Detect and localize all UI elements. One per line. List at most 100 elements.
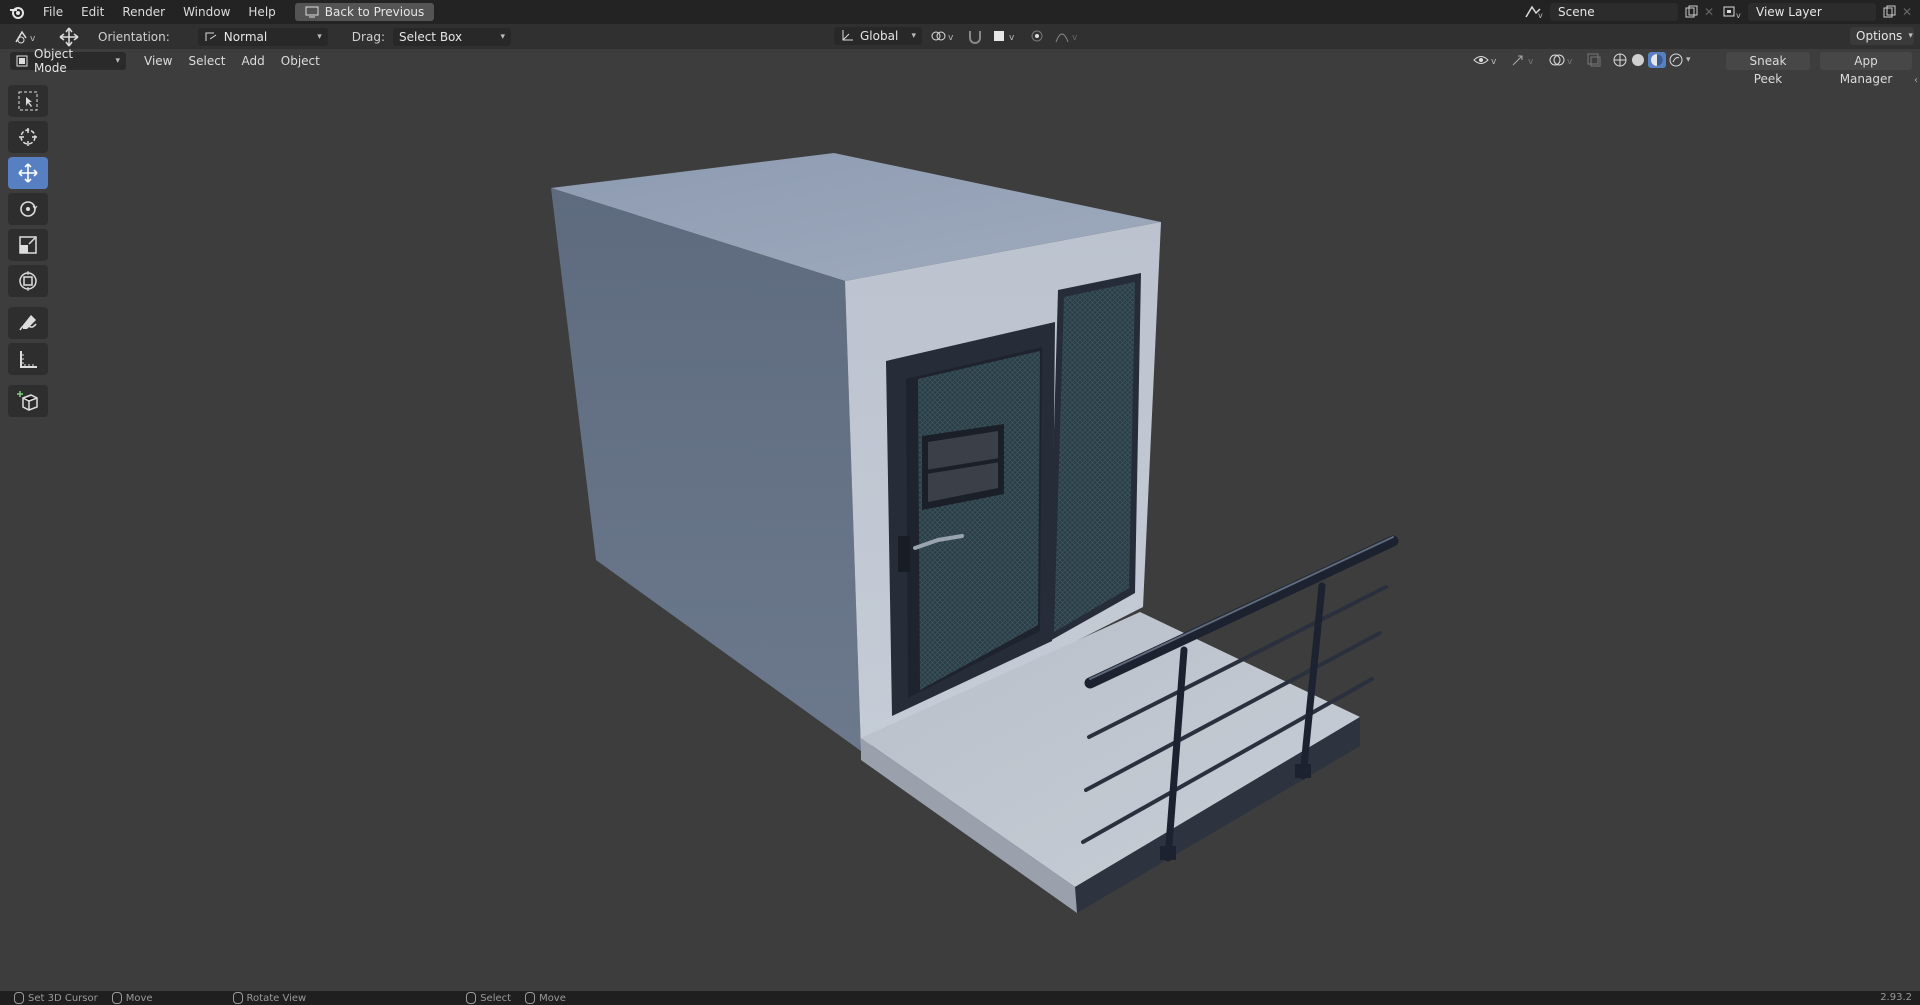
options-dropdown[interactable]: Options ▾ [1850, 27, 1914, 45]
mouse-middle-icon [232, 992, 243, 1004]
drag-dropdown[interactable]: Select Box ▾ [392, 27, 511, 46]
status-bar: Set 3D Cursor Move Rotate View Select Mo… [0, 991, 1920, 1005]
viewport-header: Object Mode ▾ View Select Add Object v v… [0, 47, 1920, 86]
snap-toggle-icon[interactable] [966, 28, 984, 44]
move-tool-header-icon[interactable] [56, 26, 82, 48]
proportional-edit-icon[interactable] [1028, 28, 1046, 44]
view-layer-name: View Layer [1756, 5, 1822, 19]
version-label: 2.93.2 [1880, 992, 1912, 1003]
app-manager-button[interactable]: App Manager [1820, 52, 1912, 86]
back-to-previous-label: Back to Previous [324, 5, 425, 19]
status-label: Set 3D Cursor [28, 992, 98, 1004]
view-menu[interactable]: View [136, 52, 180, 70]
normal-orientation-icon [204, 31, 218, 43]
object-menu[interactable]: Object [273, 52, 328, 70]
chevron-down-icon: ▾ [317, 31, 322, 42]
annotate-tool[interactable] [8, 307, 48, 339]
mode-dropdown[interactable]: Object Mode ▾ [10, 47, 126, 75]
delete-scene-icon[interactable]: ✕ [1704, 5, 1714, 19]
view-layer-icon[interactable]: v [1722, 5, 1742, 19]
status-move-2: Move [525, 992, 566, 1004]
status-label: Move [539, 992, 566, 1004]
view-layer-field[interactable]: View Layer [1748, 3, 1876, 21]
shading-options-chevron-icon[interactable]: ▾ [1686, 55, 1691, 65]
menu-help[interactable]: Help [239, 0, 284, 24]
svg-text:v: v [30, 34, 36, 44]
tool-header: v Orientation: Normal ▾ Drag: Select Box… [0, 24, 1920, 49]
rendered-shading-icon[interactable] [1668, 52, 1684, 68]
menu-file[interactable]: File [34, 0, 72, 24]
side-door-mesh [1054, 282, 1135, 632]
sneak-peek-button[interactable]: Sneak Peek [1726, 52, 1810, 86]
status-label: Select [480, 992, 512, 1004]
scene-field[interactable]: Scene [1550, 3, 1678, 21]
overlays-icon[interactable]: v [1548, 52, 1576, 68]
gizmo-icon[interactable]: v [1510, 52, 1538, 68]
wireframe-shading-icon[interactable] [1612, 52, 1628, 68]
status-move: Move [111, 992, 153, 1004]
scene-icon[interactable]: v [1524, 5, 1544, 19]
add-cube-tool[interactable] [8, 385, 48, 417]
railing-foot-1 [1160, 846, 1176, 860]
transform-orientation-dropdown[interactable]: Global ▾ [834, 27, 922, 45]
top-bar: File Edit Render Window Help Back to Pre… [0, 0, 1920, 24]
cursor-tool[interactable] [8, 121, 48, 153]
new-scene-icon[interactable] [1684, 5, 1698, 19]
drag-label: Drag: [351, 29, 385, 44]
xray-icon[interactable] [1586, 52, 1602, 68]
visibility-icon[interactable]: v [1472, 52, 1500, 68]
new-view-layer-icon[interactable] [1882, 5, 1896, 19]
building-left-face [551, 188, 861, 751]
orientation-dropdown[interactable]: Normal ▾ [197, 27, 328, 46]
back-to-previous-button[interactable]: Back to Previous [294, 3, 435, 21]
chevron-down-icon: ▾ [911, 31, 916, 41]
solid-shading-icon[interactable] [1630, 52, 1646, 68]
svg-text:v: v [1072, 33, 1078, 43]
move-tool[interactable] [8, 157, 48, 189]
options-label: Options [1856, 29, 1903, 43]
railing-foot-2 [1295, 764, 1311, 778]
3d-viewport[interactable] [0, 73, 1920, 991]
status-select: Select [466, 992, 511, 1004]
add-menu[interactable]: Add [234, 52, 273, 70]
mouse-drag-icon [111, 992, 122, 1004]
editor-type-icon[interactable]: v [10, 29, 42, 45]
chevron-down-icon: ▾ [115, 56, 120, 66]
chevron-down-icon: ▾ [500, 31, 505, 42]
mouse-right-icon [466, 992, 477, 1004]
select-box-tool[interactable] [8, 85, 48, 117]
status-rotate-view: Rotate View [232, 992, 307, 1004]
menu-window[interactable]: Window [174, 0, 239, 24]
drag-value: Select Box [398, 29, 463, 44]
status-label: Move [125, 992, 153, 1004]
orientation-value: Normal [223, 29, 268, 44]
transform-tool[interactable] [8, 265, 48, 297]
status-label: Rotate View [246, 992, 307, 1004]
transform-orientation-value: Global [860, 29, 899, 43]
global-axes-icon [840, 29, 854, 43]
delete-view-layer-icon[interactable]: ✕ [1902, 5, 1912, 19]
svg-text:v: v [948, 33, 954, 43]
mode-value: Object Mode [34, 47, 74, 75]
svg-text:v: v [1736, 11, 1741, 19]
scale-tool[interactable] [8, 229, 48, 261]
mouse-left-icon [14, 992, 24, 1004]
falloff-icon[interactable]: v [1054, 28, 1082, 44]
menu-render[interactable]: Render [113, 0, 174, 24]
mouse-drag-icon [525, 992, 536, 1004]
scene-name: Scene [1558, 5, 1595, 19]
menu-edit[interactable]: Edit [72, 0, 113, 24]
svg-text:v: v [1491, 57, 1497, 67]
blender-logo-icon[interactable] [0, 4, 34, 20]
svg-text:v: v [1528, 57, 1534, 67]
door-lock [898, 536, 910, 572]
material-shading-icon[interactable] [1648, 52, 1666, 68]
pivot-point-icon[interactable]: v [930, 28, 958, 44]
chevron-down-icon: ▾ [1908, 31, 1913, 41]
tool-shelf [8, 85, 48, 417]
rotate-tool[interactable] [8, 193, 48, 225]
object-mode-icon [16, 55, 28, 67]
select-menu[interactable]: Select [180, 52, 233, 70]
measure-tool[interactable] [8, 343, 48, 375]
snap-target-icon[interactable]: v [992, 28, 1020, 44]
